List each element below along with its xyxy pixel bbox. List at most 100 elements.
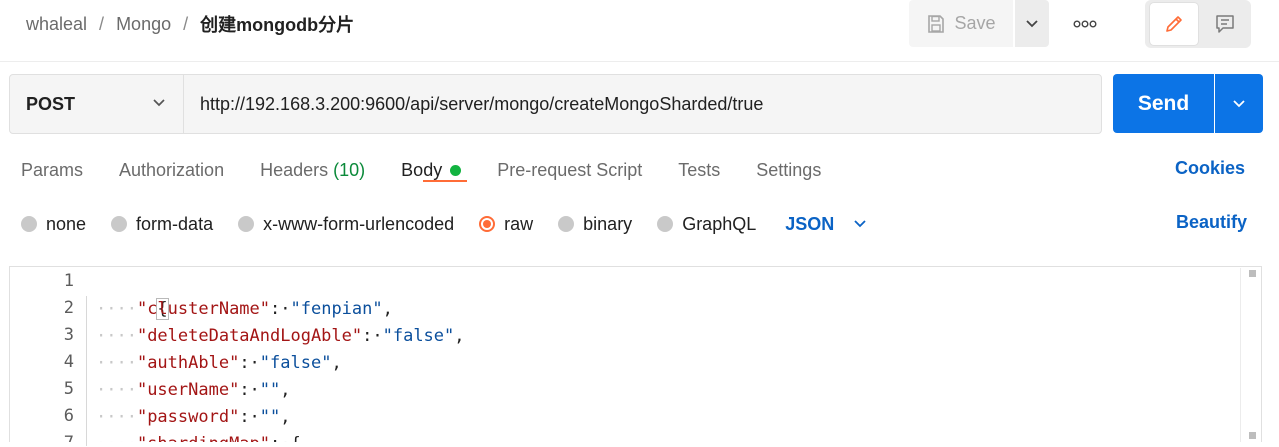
breadcrumb-workspace[interactable]: whaleal [26,14,87,35]
active-tab-indicator [423,180,467,182]
tab-params[interactable]: Params [21,160,83,181]
send-group: Send [1113,74,1263,133]
save-button[interactable]: Save [909,0,1013,47]
line-number: 4 [63,352,74,372]
radio-circle-selected [479,216,496,232]
chevron-down-icon [1233,99,1245,107]
code-separator: :· [362,326,383,346]
code-end: , [331,353,342,373]
method-label: POST [26,93,76,114]
scrollbar-marker [1249,270,1256,277]
code-value: "false" [382,326,455,346]
radio-x-www-form-urlencoded[interactable]: x-www-form-urlencoded [238,214,454,235]
body-status-dot [450,164,462,176]
comments-button[interactable] [1202,3,1248,45]
more-options-button[interactable] [1068,10,1102,38]
line-number: 6 [63,406,74,426]
tab-pre-request-script[interactable]: Pre-request Script [497,160,642,181]
line-number: 2 [63,298,74,318]
request-title[interactable]: 创建mongodb分片 [200,11,354,37]
edit-mode-button[interactable] [1150,3,1198,45]
code-line: ····"deleteDataAndLogAble":·"false", [96,323,465,350]
code-key: "clusterName" [136,299,271,319]
code-separator: :· [239,353,260,373]
tab-headers[interactable]: Headers (10) [260,160,365,181]
radio-circle [657,216,674,232]
radio-none[interactable]: none [21,214,86,235]
code-key: "shardingMap" [137,434,270,442]
comment-icon [1216,15,1234,33]
code-line: ····"shardingMap":·{ [96,431,301,442]
radio-raw[interactable]: raw [479,214,533,235]
radio-graphql[interactable]: GraphQL [657,214,756,235]
tab-body[interactable]: Body [401,160,462,181]
code-separator: :· [239,380,260,400]
code-key: "deleteDataAndLogAble" [136,326,363,346]
chevron-down-icon [153,99,165,107]
pencil-icon [1166,16,1182,32]
indent-guide [86,296,87,446]
code-indent: ···· [96,407,137,427]
code-key: "userName" [136,380,240,400]
code-value: "" [259,380,281,400]
line-number: 3 [63,325,74,345]
radio-label: x-www-form-urlencoded [263,213,455,234]
code-end: , [382,299,393,319]
code-key: "password" [136,407,240,427]
url-input[interactable]: http://192.168.3.200:9600/api/server/mon… [183,75,1100,133]
code-value: "" [259,407,281,427]
radio-label: none [46,213,87,234]
chevron-down-icon [1026,19,1038,27]
view-mode-toggle [1145,0,1251,48]
request-bar: POST http://192.168.3.200:9600/api/serve… [9,74,1102,134]
radio-circle [111,216,128,232]
beautify-link[interactable]: Beautify [1176,212,1247,233]
code-line: ····"authAble":·"false", [96,350,342,377]
radio-circle [238,216,255,232]
request-tabs: Params Authorization Headers (10) Body P… [21,158,857,182]
breadcrumb: whaleal / Mongo / 创建mongodb分片 [26,12,354,36]
line-number: 7 [64,433,74,442]
send-label: Send [1137,91,1190,115]
header-divider [0,61,1279,62]
code-line: ····"password":·"", [96,404,291,431]
code-editor[interactable]: 1 2 3 4 5 6 7 { ····"clusterName":·"fenp… [9,266,1262,442]
cookies-link[interactable]: Cookies [1175,158,1245,179]
url-text: http://192.168.3.200:9600/api/server/mon… [200,93,764,114]
editor-scrollbar[interactable] [1240,268,1261,442]
code-indent: ···· [96,380,137,400]
radio-label: GraphQL [682,213,757,234]
radio-label: raw [504,213,534,234]
code-indent: ···· [96,299,137,319]
code-key: "authAble" [136,353,240,373]
save-group: Save [909,0,1049,47]
tab-headers-label: Headers [260,159,329,180]
send-options-button[interactable] [1215,74,1263,133]
tab-settings[interactable]: Settings [756,160,821,181]
breadcrumb-separator: / [183,13,189,34]
raw-format-select[interactable]: JSON [785,214,868,235]
radio-circle [558,216,575,232]
send-button[interactable]: Send [1113,74,1214,133]
tab-authorization[interactable]: Authorization [119,160,224,181]
code-end: , [454,326,465,346]
raw-format-label: JSON [785,213,835,234]
code-separator: :· [270,434,290,442]
scrollbar-marker [1249,432,1256,439]
tab-tests[interactable]: Tests [678,160,720,181]
breadcrumb-collection[interactable]: Mongo [116,14,171,35]
save-options-button[interactable] [1015,0,1049,47]
radio-circle [21,216,37,232]
code-indent: ···· [96,353,137,373]
radio-label: form-data [136,213,214,234]
radio-form-data[interactable]: form-data [111,214,213,235]
code-value: "false" [259,353,332,373]
line-number: 5 [63,379,74,399]
more-horizontal-icon [1073,20,1097,28]
radio-binary[interactable]: binary [558,214,632,235]
body-type-selector: none form-data x-www-form-urlencoded raw… [21,212,868,236]
save-icon [928,14,945,33]
code-separator: :· [239,407,260,427]
code-indent: ···· [96,434,137,442]
code-end: , [280,407,291,427]
